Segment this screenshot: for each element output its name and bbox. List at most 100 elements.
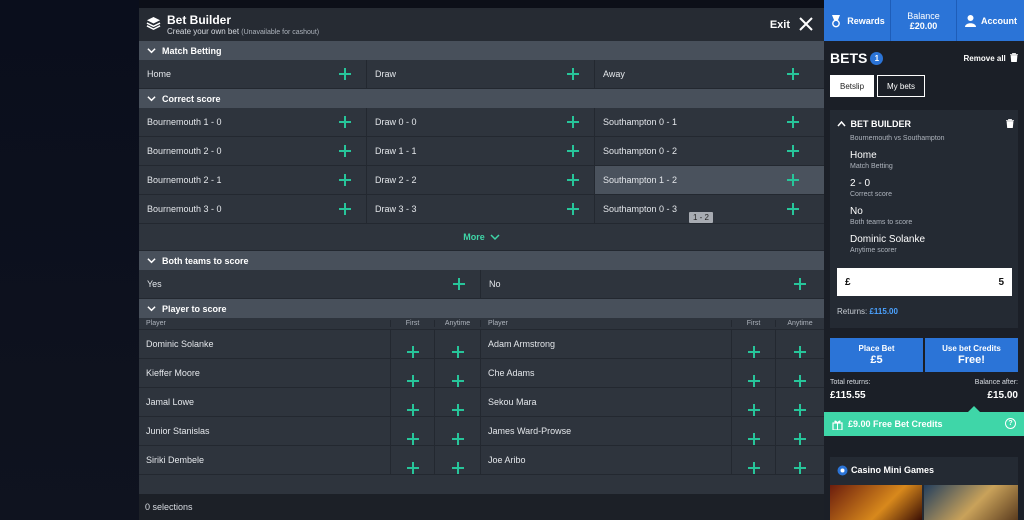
first-scorer-cell[interactable] xyxy=(732,446,776,474)
add-selection-icon[interactable] xyxy=(406,404,419,416)
market-option[interactable]: Bournemouth 3 - 0 xyxy=(139,195,367,223)
free-bet-credits-banner[interactable]: £9.00 Free Bet Credits ? xyxy=(824,412,1024,436)
first-scorer-cell[interactable] xyxy=(732,359,776,387)
section-both-teams-to-score[interactable]: Both teams to score xyxy=(139,251,824,270)
add-selection-icon[interactable] xyxy=(747,346,760,358)
anytime-scorer-cell[interactable] xyxy=(435,446,481,474)
anytime-scorer-cell[interactable] xyxy=(776,388,824,416)
help-icon[interactable]: ? xyxy=(1005,418,1016,429)
market-option[interactable]: Draw xyxy=(367,60,595,88)
market-option[interactable]: Home xyxy=(139,60,367,88)
add-selection-icon[interactable] xyxy=(339,116,351,128)
stake-input[interactable]: £ 5 xyxy=(837,268,1012,296)
anytime-scorer-cell[interactable] xyxy=(435,417,481,445)
section-match-betting[interactable]: Match Betting xyxy=(139,41,824,60)
first-scorer-cell[interactable] xyxy=(391,417,435,445)
add-selection-icon[interactable] xyxy=(567,203,579,215)
bet-builder-header[interactable]: BET BUILDER xyxy=(837,119,911,129)
section-correct-score[interactable]: Correct score xyxy=(139,89,824,108)
add-selection-icon[interactable] xyxy=(794,278,806,290)
first-scorer-cell[interactable] xyxy=(732,417,776,445)
add-selection-icon[interactable] xyxy=(451,404,464,416)
add-selection-icon[interactable] xyxy=(567,116,579,128)
anytime-scorer-cell[interactable] xyxy=(776,359,824,387)
anytime-scorer-cell[interactable] xyxy=(435,388,481,416)
add-selection-icon[interactable] xyxy=(339,145,351,157)
exit-button[interactable]: Exit xyxy=(770,19,790,31)
add-selection-icon[interactable] xyxy=(747,375,760,387)
remove-all-button[interactable]: Remove all xyxy=(964,53,1018,63)
add-selection-icon[interactable] xyxy=(747,462,760,474)
market-option[interactable]: Draw 1 - 1 xyxy=(367,137,595,165)
section-player-to-score[interactable]: Player to score xyxy=(139,299,824,318)
tab-my-bets[interactable]: My bets xyxy=(877,75,926,97)
first-scorer-cell[interactable] xyxy=(391,446,435,474)
market-option[interactable]: Southampton 0 - 1 xyxy=(595,108,824,136)
add-selection-icon[interactable] xyxy=(787,145,799,157)
tab-betslip[interactable]: Betslip xyxy=(830,75,875,97)
first-scorer-cell[interactable] xyxy=(732,388,776,416)
more-label: More xyxy=(463,232,485,242)
balance-display[interactable]: Balance £20.00 xyxy=(891,0,957,41)
first-scorer-cell[interactable] xyxy=(391,359,435,387)
add-selection-icon[interactable] xyxy=(794,433,806,445)
rewards-button[interactable]: Rewards xyxy=(824,0,891,41)
use-credits-value: Free! xyxy=(958,354,985,366)
add-selection-icon[interactable] xyxy=(787,68,799,80)
place-bet-amount: £5 xyxy=(870,354,883,366)
selection-market: Anytime scorer xyxy=(850,247,897,254)
add-selection-icon[interactable] xyxy=(406,375,419,387)
add-selection-icon[interactable] xyxy=(453,278,465,290)
first-scorer-cell[interactable] xyxy=(732,330,776,358)
add-selection-icon[interactable] xyxy=(339,203,351,215)
market-option[interactable]: Bournemouth 2 - 0 xyxy=(139,137,367,165)
game-thumbnail[interactable] xyxy=(924,485,1018,520)
market-option[interactable]: Draw 2 - 2 xyxy=(367,166,595,194)
add-selection-icon[interactable] xyxy=(451,346,464,358)
add-selection-icon[interactable] xyxy=(794,462,806,474)
add-selection-icon[interactable] xyxy=(406,462,419,474)
add-selection-icon[interactable] xyxy=(567,68,579,80)
game-thumbnail[interactable] xyxy=(830,485,922,520)
first-scorer-cell[interactable] xyxy=(391,330,435,358)
player-name: Che Adams xyxy=(481,359,732,387)
add-selection-icon[interactable] xyxy=(406,433,419,445)
add-selection-icon[interactable] xyxy=(747,404,760,416)
add-selection-icon[interactable] xyxy=(406,346,419,358)
account-button[interactable]: Account xyxy=(957,0,1024,41)
market-option[interactable]: Bournemouth 1 - 0 xyxy=(139,108,367,136)
market-option[interactable]: Draw 3 - 3 xyxy=(367,195,595,223)
add-selection-icon[interactable] xyxy=(339,68,351,80)
add-selection-icon[interactable] xyxy=(451,375,464,387)
add-selection-icon[interactable] xyxy=(787,203,799,215)
market-option-hovered[interactable]: Southampton 1 - 2 xyxy=(595,166,824,194)
close-icon[interactable] xyxy=(798,16,814,32)
add-selection-icon[interactable] xyxy=(794,404,806,416)
add-selection-icon[interactable] xyxy=(451,462,464,474)
anytime-scorer-cell[interactable] xyxy=(776,417,824,445)
add-selection-icon[interactable] xyxy=(451,433,464,445)
anytime-scorer-cell[interactable] xyxy=(435,330,481,358)
place-bet-button[interactable]: Place Bet £5 xyxy=(830,338,923,372)
add-selection-icon[interactable] xyxy=(747,433,760,445)
market-option[interactable]: Bournemouth 2 - 1 xyxy=(139,166,367,194)
first-scorer-cell[interactable] xyxy=(391,388,435,416)
add-selection-icon[interactable] xyxy=(567,174,579,186)
market-option[interactable]: Southampton 0 - 2 xyxy=(595,137,824,165)
add-selection-icon[interactable] xyxy=(794,375,806,387)
anytime-scorer-cell[interactable] xyxy=(435,359,481,387)
market-option[interactable]: Away xyxy=(595,60,824,88)
add-selection-icon[interactable] xyxy=(567,145,579,157)
trash-icon[interactable] xyxy=(1006,119,1014,128)
anytime-scorer-cell[interactable] xyxy=(776,446,824,474)
add-selection-icon[interactable] xyxy=(794,346,806,358)
add-selection-icon[interactable] xyxy=(787,174,799,186)
add-selection-icon[interactable] xyxy=(787,116,799,128)
market-option[interactable]: Draw 0 - 0 xyxy=(367,108,595,136)
anytime-scorer-cell[interactable] xyxy=(776,330,824,358)
market-option[interactable]: No xyxy=(481,270,824,298)
more-button[interactable]: More xyxy=(139,224,824,251)
market-option[interactable]: Yes xyxy=(139,270,481,298)
use-credits-button[interactable]: Use bet Credits Free! xyxy=(925,338,1018,372)
add-selection-icon[interactable] xyxy=(339,174,351,186)
